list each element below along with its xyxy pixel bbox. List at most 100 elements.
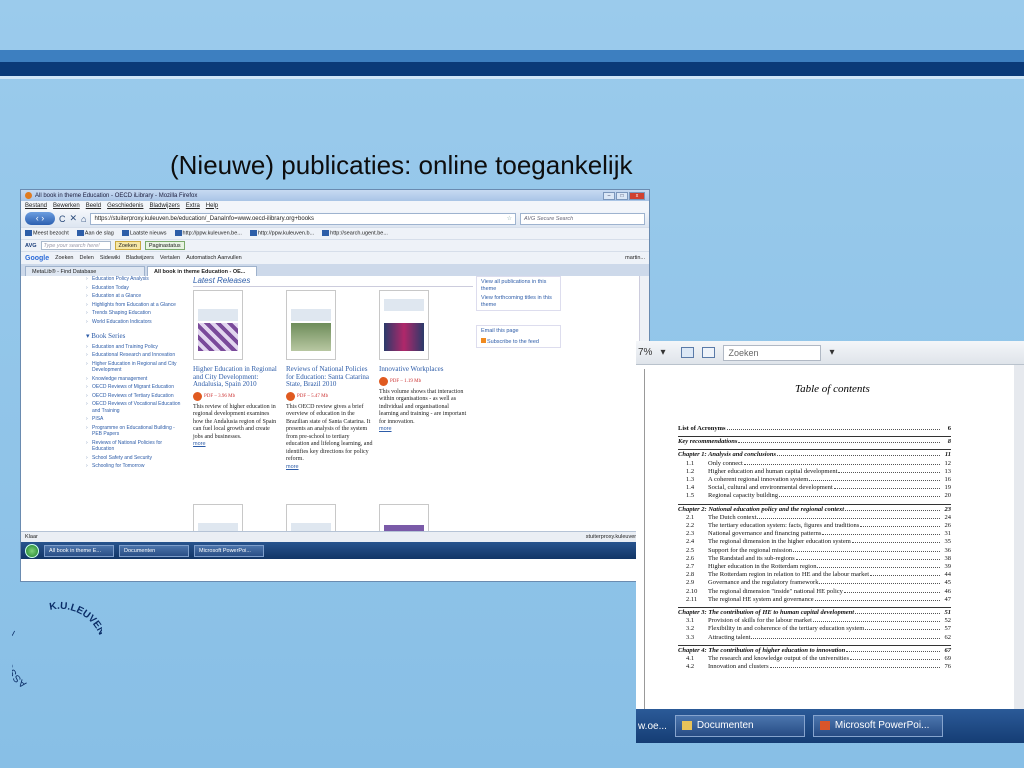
book-cover[interactable] [379,290,429,360]
more-link[interactable]: more [286,464,374,470]
close-icon[interactable]: x [629,191,645,200]
series-link[interactable]: PISA [86,416,181,423]
fit-page-icon[interactable] [681,347,695,358]
bookmark-item[interactable]: Meest bezocht [25,230,69,237]
series-link[interactable]: School Safety and Security [86,455,181,462]
series-link[interactable]: Higher Education in Regional and City De… [86,361,181,374]
reload-icon[interactable]: C [59,214,66,224]
book-cover[interactable] [193,290,243,360]
menu-item[interactable]: Bestand [25,203,47,209]
toc-row[interactable]: 1.2 Higher education and human capital de… [678,468,951,476]
toc-row[interactable]: 3.2 Flexibility in and coherence of the t… [678,625,951,633]
taskbar-item[interactable]: Microsoft PowerPoi... [812,715,943,737]
minimize-icon[interactable]: – [603,191,615,200]
toc-row[interactable]: 3.3 Attracting talent 62 [678,634,951,642]
toc-row[interactable]: 2.10 The regional dimension "inside" nati… [678,588,951,596]
toc-row[interactable]: Chapter 1: Analysis and conclusions 11 [678,449,951,459]
home-icon[interactable]: ⌂ [81,214,86,224]
series-link[interactable]: Programme on Educational Building - PEB … [86,425,181,438]
bookmark-item[interactable]: Aan de slag [76,230,114,237]
menu-item[interactable]: Bladwijzers [149,203,179,209]
avg-search-input[interactable]: Type your search here! [40,241,111,250]
more-link[interactable]: more [193,441,281,447]
toc-row[interactable]: 2.9 Governance and the regulatory framewo… [678,579,951,587]
toc-row[interactable]: 2.5 Support for the regional mission 36 [678,547,951,555]
book-title[interactable]: Higher Education in Regional and City De… [193,365,281,389]
toc-row[interactable]: 4.2 Innovation and clusters 76 [678,663,951,671]
series-link[interactable]: Knowledge management [86,376,181,383]
menu-item[interactable]: Beeld [86,203,101,209]
toc-row[interactable]: 4.1 The research and knowledge output of … [678,655,951,663]
series-link[interactable]: Educational Research and Innovation [86,352,181,359]
series-link[interactable]: OECD Reviews of Tertiary Education [86,393,181,400]
taskbar-item[interactable]: Documenten [119,544,189,557]
taskbar-item[interactable]: All book in theme E... [44,544,114,557]
toc-row[interactable]: Chapter 2: National education policy and… [678,503,951,514]
toc-row[interactable]: 1.5 Regional capacity building 20 [678,492,951,500]
zoom-level[interactable]: 7% [638,347,652,358]
viewer-scrollbar[interactable] [1014,365,1024,710]
toc-row[interactable]: 3.1 Provision of skills for the labour ma… [678,617,951,625]
nav-link[interactable]: Education Policy Analysis [86,276,181,283]
menu-item[interactable]: Geschiedenis [107,203,143,209]
series-link[interactable]: Education and Training Policy [86,344,181,351]
toc-row[interactable]: 2.3 National governance and financing pat… [678,530,951,538]
book-cover[interactable] [286,290,336,360]
stop-icon[interactable]: ✕ [70,213,78,224]
zoom-dropdown-icon[interactable]: ▾ [660,347,665,358]
view-all-link[interactable]: View all publications in this theme [481,279,556,292]
bookmark-item[interactable]: Laatste nieuws [121,230,167,237]
toc-row[interactable]: 1.4 Social, cultural and environmental de… [678,484,951,492]
toc-row[interactable]: Chapter 4: The contribution of higher ed… [678,644,951,655]
avg-search-button[interactable]: Zoeken [114,241,141,250]
more-link[interactable]: more [379,426,467,432]
taskbar-item[interactable]: w.oe... [638,721,667,732]
pdf-link[interactable]: PDF – 3.96 Mb [193,391,281,401]
taskbar-item[interactable]: Microsoft PowerPoi... [194,544,264,557]
series-link[interactable]: OECD Reviews of Migrant Education [86,384,181,391]
search-box[interactable]: AVG Secure Search [520,212,645,225]
menu-item[interactable]: Bewerken [53,203,80,209]
start-button[interactable] [25,543,39,558]
pdf-link[interactable]: PDF – 5.47 Mb [286,391,374,401]
subscribe-feed-link[interactable]: Subscribe to the feed [481,337,556,346]
bookmark-item[interactable]: http://ppw.kuleuven.be... [174,230,242,237]
toc-row[interactable]: 1.3 A coherent regional innovation system… [678,476,951,484]
email-page-link[interactable]: Email this page [481,328,556,335]
nav-link[interactable]: World Education Indicators [86,319,181,326]
google-toolbar-item[interactable]: Delen [79,255,93,261]
series-link[interactable]: Schooling for Tomorrow [86,463,181,470]
view-forthcoming-link[interactable]: View forthcoming titles in this theme [481,295,556,308]
nav-link[interactable]: Education at a Glance [86,293,181,300]
series-link[interactable]: OECD Reviews of Vocational Education and… [86,401,181,414]
google-toolbar-item[interactable]: Vertalen [160,255,180,261]
tab-metalib[interactable]: MetaLib® - Find Database [25,266,145,276]
book-cover[interactable] [379,504,429,531]
menu-item[interactable]: Extra [186,203,200,209]
page-status-button[interactable]: Paginastatus [144,241,185,250]
google-toolbar-item[interactable]: Sidewiki [100,255,120,261]
google-toolbar-item[interactable]: Zoeken [55,255,73,261]
google-toolbar-item[interactable]: Automatisch Aanvullen [186,255,242,261]
toc-row[interactable]: 2.2 The tertiary education system: facts,… [678,522,951,530]
menu-item[interactable]: Help [206,203,218,209]
viewer-search-input[interactable]: Zoeken [723,344,822,361]
nav-link[interactable]: Highlights from Education at a Glance [86,302,181,309]
nav-link[interactable]: Trends Shaping Education [86,310,181,317]
book-title[interactable]: Innovative Workplaces [379,365,467,374]
book-title[interactable]: Reviews of National Policies for Educati… [286,365,374,389]
bookmark-star-icon[interactable]: ☆ [507,215,512,222]
pdf-link[interactable]: PDF – 1.19 Mb [379,376,467,386]
toc-row[interactable]: List of Acronyms 6 [678,425,951,433]
taskbar-item[interactable]: Documenten [674,715,805,737]
toc-row[interactable]: 2.7 Higher education in the Rotterdam reg… [678,563,951,571]
toc-row[interactable]: 1.1 Only connect 12 [678,460,951,468]
series-link[interactable]: Reviews of National Policies for Educati… [86,440,181,453]
toc-row[interactable]: Key recommendations 8 [678,436,951,446]
google-toolbar-item[interactable]: Bladwijzers [126,255,154,261]
book-cover[interactable] [286,504,336,531]
bookmark-item[interactable]: http://ppw.kuleuven.b... [249,230,314,237]
nav-link[interactable]: Education Today [86,285,181,292]
bookmark-item[interactable]: http://search.ugent.be... [322,230,388,237]
maximize-icon[interactable]: □ [616,191,628,200]
